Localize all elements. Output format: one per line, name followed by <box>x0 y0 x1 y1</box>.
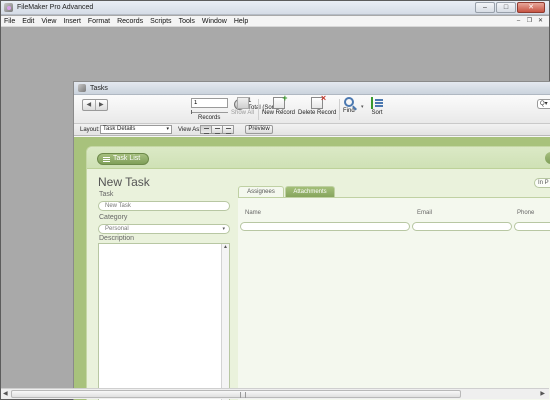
chevron-down-icon: ▾ <box>222 226 225 232</box>
menu-file[interactable]: File <box>4 18 15 25</box>
menu-insert[interactable]: Insert <box>63 18 81 25</box>
description-field[interactable]: ▲ <box>98 243 230 400</box>
delete-record-label: Delete Record <box>298 110 337 116</box>
card-header: Task List <box>87 147 550 169</box>
layout-content: Task List New Task In P Task New Task Ca… <box>74 137 550 400</box>
menu-records[interactable]: Records <box>117 18 143 25</box>
toolbar-separator <box>339 99 340 120</box>
next-record-icon[interactable]: ▶ <box>96 100 108 110</box>
show-all-button[interactable]: Show All <box>231 97 254 116</box>
column-header-name: Name <box>245 210 262 216</box>
tab-assignees[interactable]: Assignees <box>238 186 284 197</box>
status-toolbar: ◀ ▶ Records 1 Total (Sorted) Show All Ne… <box>74 93 550 124</box>
task-label: Task <box>99 191 114 198</box>
show-all-icon <box>236 97 249 109</box>
assignee-email-field[interactable] <box>412 222 512 231</box>
in-progress-button[interactable]: In P <box>534 178 550 188</box>
column-header-email: Email <box>417 210 433 216</box>
document-icon <box>78 84 86 92</box>
assignee-phone-field[interactable] <box>514 222 550 231</box>
category-label: Category <box>99 214 128 221</box>
document-title: Tasks <box>90 84 108 92</box>
previous-record-icon[interactable]: ◀ <box>83 100 96 110</box>
task-list-label: Task List <box>113 155 141 162</box>
menu-format[interactable]: Format <box>88 18 110 25</box>
toolbar-separator <box>258 99 259 120</box>
tasks-document-window: Tasks ◀ ▶ Records 1 Total (Sorted) Show … <box>73 81 550 400</box>
table-view-button[interactable] <box>222 125 234 134</box>
layout-select[interactable]: Task Details ▾ <box>100 125 172 134</box>
document-titlebar[interactable]: Tasks <box>74 82 550 95</box>
view-as-buttons <box>200 125 234 134</box>
layout-bar: Layout: Task Details ▾ View As: Preview <box>74 124 550 136</box>
chevron-down-icon: ▾ <box>166 126 169 132</box>
delete-record-icon <box>311 93 326 109</box>
header-action-button[interactable] <box>545 152 550 164</box>
menu-icon <box>103 157 110 158</box>
current-record-input[interactable] <box>191 98 228 108</box>
category-select[interactable]: Personal ▾ <box>98 224 230 234</box>
filemaker-logo-icon <box>4 3 13 12</box>
minimize-button[interactable]: – <box>475 2 495 13</box>
sort-button[interactable]: Sort <box>371 97 383 116</box>
description-label: Description <box>99 235 135 242</box>
layout-select-value: Task Details <box>103 126 136 132</box>
scroll-up-icon[interactable]: ▲ <box>222 244 229 250</box>
window-controls: – □ ✕ <box>475 2 545 13</box>
sort-icon <box>371 97 383 109</box>
preview-button[interactable]: Preview <box>245 125 273 134</box>
close-button[interactable]: ✕ <box>517 2 545 13</box>
delete-record-button[interactable]: Delete Record <box>298 93 337 116</box>
show-all-label: Show All <box>231 110 255 116</box>
category-value: Personal <box>105 226 129 232</box>
record-title: New Task <box>98 175 150 189</box>
menu-tools[interactable]: Tools <box>179 18 195 25</box>
new-record-label: New Record <box>262 110 296 116</box>
new-record-button[interactable]: New Record <box>262 93 296 116</box>
tab-attachments[interactable]: Attachments <box>285 186 335 197</box>
record-slider[interactable] <box>191 110 228 114</box>
mdi-restore-button[interactable]: ❐ <box>525 17 534 25</box>
menubar: File Edit View Insert Format Records Scr… <box>1 16 549 27</box>
portal-tabs: Assignees Attachments <box>238 186 336 197</box>
layout-label: Layout: <box>80 127 100 133</box>
horizontal-scrollbar[interactable]: ◀ ▶ <box>1 388 549 399</box>
quick-find-field[interactable]: Q▾ <box>537 99 550 109</box>
menu-window[interactable]: Window <box>202 18 227 25</box>
filemaker-app-window: FileMaker Pro Advanced – □ ✕ File Edit V… <box>0 0 550 400</box>
menu-help[interactable]: Help <box>234 18 248 25</box>
records-label: Records <box>198 115 221 121</box>
column-header-phone: Phone <box>517 210 535 216</box>
find-button[interactable]: Find <box>343 97 355 114</box>
new-record-icon <box>272 93 288 109</box>
scroll-right-icon[interactable]: ▶ <box>540 390 545 397</box>
scroll-left-icon[interactable]: ◀ <box>3 390 8 397</box>
find-dropdown-icon[interactable]: ▾ <box>361 104 364 110</box>
menu-scripts[interactable]: Scripts <box>150 18 171 25</box>
find-magnifier-icon <box>343 97 354 107</box>
app-titlebar: FileMaker Pro Advanced – □ ✕ <box>1 1 549 15</box>
mdi-minimize-button[interactable]: – <box>514 17 523 25</box>
task-list-button[interactable]: Task List <box>97 153 149 165</box>
mdi-close-button[interactable]: ✕ <box>536 17 545 25</box>
sort-label: Sort <box>371 110 383 116</box>
scroll-thumb[interactable] <box>11 390 461 398</box>
mdi-controls: – ❐ ✕ <box>514 17 545 25</box>
record-book-navigation[interactable]: ◀ ▶ <box>82 99 108 111</box>
description-scrollbar[interactable]: ▲ <box>221 244 229 400</box>
scroll-grip-icon <box>240 392 246 398</box>
maximize-button[interactable]: □ <box>496 2 516 13</box>
view-as-label: View As: <box>178 127 201 133</box>
menu-edit[interactable]: Edit <box>22 18 34 25</box>
task-detail-card: Task List New Task In P Task New Task Ca… <box>86 146 550 400</box>
app-title: FileMaker Pro Advanced <box>17 4 94 11</box>
task-field[interactable]: New Task <box>98 201 230 211</box>
find-label: Find <box>343 108 355 114</box>
assignee-name-field[interactable] <box>240 222 410 231</box>
menu-view[interactable]: View <box>41 18 56 25</box>
